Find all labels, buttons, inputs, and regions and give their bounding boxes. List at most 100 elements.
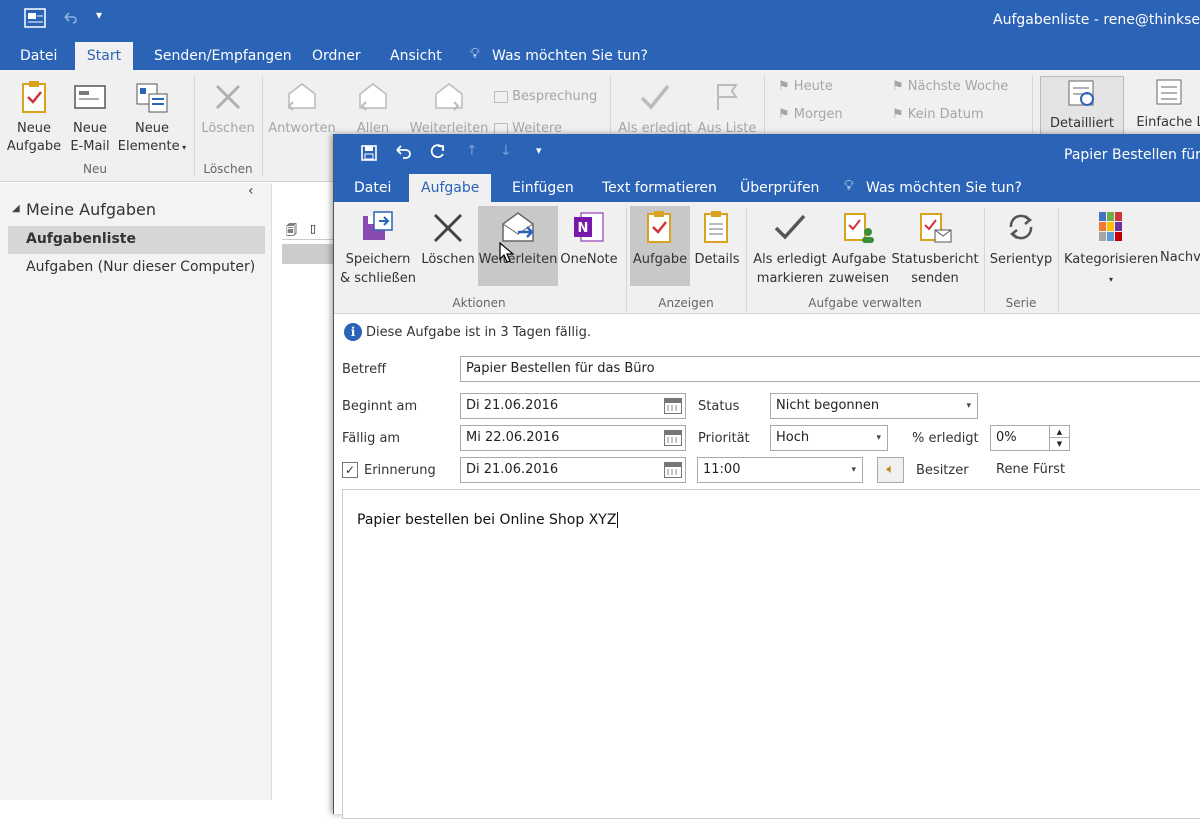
- new-email-button[interactable]: Neue E-Mail: [64, 80, 116, 156]
- delete-button[interactable]: Löschen: [198, 80, 258, 138]
- group-label-aufgabe-verwalten: Aufgabe verwalten: [808, 296, 922, 310]
- forward-button[interactable]: Weiterleiten: [406, 80, 492, 138]
- calendar-icon[interactable]: [664, 398, 682, 414]
- tab-aufgabe[interactable]: Aufgabe: [409, 174, 491, 202]
- outlook-app-icon: [24, 8, 46, 28]
- task-list-row-selected[interactable]: [282, 244, 334, 264]
- reply-button[interactable]: Antworten: [266, 80, 338, 138]
- save-close-button[interactable]: Speichern & schließen: [338, 210, 418, 288]
- calendar-icon[interactable]: [664, 462, 682, 478]
- new-task-button[interactable]: Neue Aufgabe: [4, 80, 64, 156]
- arrow-down-icon[interactable]: ↓: [500, 143, 512, 159]
- tab-ordner[interactable]: Ordner: [302, 42, 371, 70]
- flag-today-button[interactable]: ⚑ Heute: [778, 78, 833, 96]
- main-ribbon-tabs: Datei Start Senden/Empfangen Ordner Ansi…: [0, 42, 1200, 70]
- spin-down-icon[interactable]: ▼: [1049, 438, 1069, 450]
- expand-triangle-icon[interactable]: ◢: [12, 203, 20, 214]
- new-items-label-1: Neue: [135, 121, 169, 136]
- show-task-button[interactable]: Aufgabe: [630, 206, 690, 286]
- new-task-label-2: Aufgabe: [6, 139, 62, 154]
- new-email-label-2: E-Mail: [70, 139, 110, 154]
- percent-complete-input[interactable]: 0% ▲ ▼: [990, 425, 1070, 451]
- forward-button[interactable]: Weiterleiten: [478, 206, 558, 286]
- quick-access-dropdown-icon[interactable]: ▾: [96, 8, 102, 22]
- speaker-sound-icon[interactable]: 🔈︎: [877, 457, 904, 483]
- new-items-button[interactable]: Neue Elemente ▾: [114, 80, 190, 157]
- flag-no-date-button[interactable]: ⚑ Kein Datum: [892, 106, 984, 124]
- undo-icon[interactable]: [62, 10, 78, 24]
- tell-me-search[interactable]: Was möchten Sie tun?: [482, 42, 658, 70]
- tab-ansicht[interactable]: Ansicht: [380, 42, 452, 70]
- flag-no-date-label: Kein Datum: [907, 107, 984, 122]
- chevron-down-icon: ▾: [1108, 275, 1113, 284]
- tab-datei[interactable]: Datei: [342, 174, 403, 202]
- reminder-date-input[interactable]: Di 21.06.2016: [460, 457, 686, 483]
- calendar-icon[interactable]: [664, 430, 682, 446]
- chevron-down-icon: ▾: [179, 143, 187, 152]
- status-label: Status: [698, 399, 740, 414]
- status-dropdown[interactable]: Nicht begonnen ▾: [770, 393, 978, 419]
- details-button[interactable]: Details: [692, 210, 742, 269]
- priority-dropdown[interactable]: Hoch ▾: [770, 425, 888, 451]
- group-label-aktionen: Aktionen: [452, 296, 506, 310]
- attachment-icon: ▯: [310, 222, 317, 235]
- tab-start[interactable]: Start: [75, 42, 133, 70]
- tab-senden-empfangen[interactable]: Senden/Empfangen: [144, 42, 302, 70]
- remove-from-list-button[interactable]: Aus Liste: [696, 80, 758, 138]
- onenote-button[interactable]: N OneNote: [558, 210, 620, 269]
- onenote-icon: N: [574, 212, 604, 242]
- redo-icon[interactable]: [428, 143, 446, 161]
- spin-up-icon[interactable]: ▲: [1049, 426, 1069, 438]
- subject-label: Betreff: [342, 362, 387, 377]
- tab-datei[interactable]: Datei: [10, 42, 67, 70]
- view-simple-list-label: Einfache L: [1136, 115, 1200, 130]
- task-body-editor[interactable]: Papier bestellen bei Online Shop XYZ: [342, 489, 1200, 819]
- flag-today-label: Heute: [793, 79, 833, 94]
- assign-task-label-1: Aufgabe: [831, 252, 887, 267]
- quick-access-dropdown-icon[interactable]: ▾: [536, 144, 542, 157]
- subject-input[interactable]: Papier Bestellen für das Büro: [460, 356, 1200, 382]
- categorize-button[interactable]: Kategorisieren ▾: [1064, 210, 1158, 289]
- flag-icon: ⚑: [892, 107, 908, 122]
- meeting-button[interactable]: Besprechung: [494, 88, 597, 106]
- forward-icon: [435, 83, 463, 111]
- task-clipboard-icon: [647, 211, 671, 243]
- task-body-text: Papier bestellen bei Online Shop XYZ: [357, 512, 619, 528]
- nav-header-my-tasks[interactable]: Meine Aufgaben: [26, 200, 156, 219]
- reminder-time-dropdown[interactable]: 11:00 ▾: [697, 457, 863, 483]
- mark-complete-button[interactable]: Als erledigt: [614, 80, 696, 138]
- send-status-report-label-2: senden: [911, 271, 959, 286]
- followup-button[interactable]: Nachve: [1160, 248, 1200, 267]
- nav-item-task-list[interactable]: Aufgabenliste: [26, 231, 136, 247]
- tell-me-search[interactable]: Was möchten Sie tun?: [854, 174, 1034, 202]
- reminder-checkbox[interactable]: ✓: [342, 462, 358, 478]
- lightbulb-icon: 💡︎: [844, 178, 854, 194]
- task-ribbon: Speichern & schließen Löschen Weiterleite…: [334, 202, 1200, 314]
- task-list-header: 🗐︎ ▯: [282, 220, 334, 240]
- lightbulb-icon: 💡︎: [470, 46, 480, 62]
- tab-text-formatieren[interactable]: Text formatieren: [590, 174, 729, 202]
- task-window: ↑ ↓ ▾ Papier Bestellen für da Datei Aufg…: [333, 134, 1200, 819]
- recurrence-button[interactable]: Serientyp: [988, 210, 1054, 269]
- due-date-input[interactable]: Mi 22.06.2016: [460, 425, 686, 451]
- collapse-pane-icon[interactable]: ‹: [248, 183, 254, 199]
- tab-ueberpruefen[interactable]: Überprüfen: [728, 174, 831, 202]
- reply-all-button[interactable]: Allen: [344, 80, 402, 138]
- tab-einfuegen[interactable]: Einfügen: [500, 174, 586, 202]
- undo-icon[interactable]: [394, 144, 412, 160]
- save-icon[interactable]: [360, 144, 378, 162]
- priority-value: Hoch: [776, 430, 810, 445]
- flag-next-week-button[interactable]: ⚑ Nächste Woche: [892, 78, 1008, 96]
- flag-tomorrow-button[interactable]: ⚑ Morgen: [778, 106, 843, 124]
- reply-icon: [287, 83, 316, 111]
- view-detailed-button[interactable]: Detailliert: [1040, 76, 1124, 140]
- arrow-up-icon[interactable]: ↑: [466, 143, 478, 159]
- mark-complete-button[interactable]: Als erledigt markieren: [750, 210, 830, 288]
- send-status-report-button[interactable]: Statusbericht senden: [890, 210, 980, 288]
- assign-task-button[interactable]: Aufgabe zuweisen: [828, 210, 890, 288]
- delete-button[interactable]: Löschen: [420, 210, 476, 269]
- nav-item-tasks-local[interactable]: Aufgaben (Nur dieser Computer): [26, 259, 255, 275]
- sort-icon[interactable]: 🗐︎: [286, 222, 297, 241]
- view-simple-list-button[interactable]: Einfache L: [1130, 76, 1200, 132]
- start-date-input[interactable]: Di 21.06.2016: [460, 393, 686, 419]
